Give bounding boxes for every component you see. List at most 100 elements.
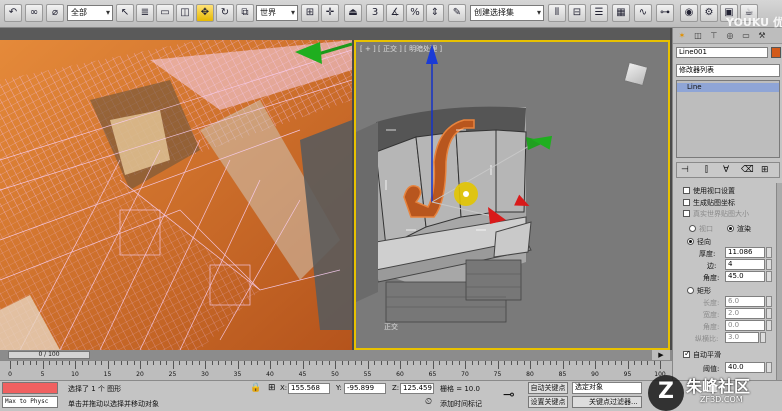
z-coord-field[interactable]: 125.459 (400, 383, 434, 394)
link-icon[interactable]: ∞ (25, 4, 43, 22)
sides-spinner[interactable] (766, 259, 772, 270)
move-icon[interactable]: ✥ (196, 4, 214, 22)
frame-tick (224, 361, 226, 365)
angle-spinner[interactable] (766, 271, 772, 282)
frame-tick (185, 361, 187, 365)
select-by-name-icon[interactable]: ≣ (136, 4, 154, 22)
window-crossing-icon[interactable]: ◫ (176, 4, 194, 22)
gen-mapping-checkbox[interactable] (683, 199, 690, 206)
auto-key-button[interactable]: 自动关键点 (528, 382, 568, 394)
undo-icon[interactable]: ↶ (4, 4, 22, 22)
spinner-snap-icon[interactable]: ⇕ (426, 4, 444, 22)
stack-item-line[interactable]: Line (677, 83, 779, 92)
object-name-field[interactable]: Line001 (676, 47, 768, 58)
material-editor-icon[interactable]: ◉ (680, 4, 698, 22)
track-bar[interactable]: 0 5 10 15 20 25 30 35 40 45 50 55 60 65 70 75 80 85 90 95 10… (0, 360, 672, 380)
unlink-icon[interactable]: ⌀ (46, 4, 64, 22)
next-frame-icon[interactable]: ▶ (652, 350, 670, 360)
select-manipulate-icon[interactable]: ✛ (321, 4, 339, 22)
named-selection-dropdown[interactable]: 创建选择集 (470, 5, 544, 21)
schematic-icon[interactable]: ⊶ (656, 4, 674, 22)
set-key-button[interactable]: 设置关键点 (528, 396, 568, 408)
render-setup-icon[interactable]: ⚙ (700, 4, 718, 22)
show-end-result-icon[interactable]: ⫿ (705, 165, 708, 175)
rectangular-radio[interactable] (687, 287, 694, 294)
rect-angle-field[interactable]: 0.0 (725, 320, 765, 331)
rect-angle-spinner[interactable] (766, 320, 772, 331)
frame-tick (88, 361, 89, 365)
pin-stack-icon[interactable]: ⊣ (681, 165, 689, 175)
modifier-list-dropdown[interactable]: 修改器列表 (676, 64, 780, 77)
width-field[interactable]: 2.0 (725, 308, 765, 319)
auto-smooth-checkbox[interactable] (683, 349, 691, 358)
curve-editor-icon[interactable]: ∿ (634, 4, 652, 22)
z-label: Z: (392, 384, 400, 392)
renderer-radio[interactable] (727, 225, 734, 232)
y-coord-field[interactable]: -95.899 (344, 383, 386, 394)
pivot-icon[interactable]: ⊞ (301, 4, 319, 22)
radial-radio[interactable] (687, 238, 694, 245)
frame-tick (107, 361, 109, 369)
script-input[interactable]: Max to Physc (2, 396, 58, 408)
select-icon[interactable]: ↖ (116, 4, 134, 22)
named-selection-icon[interactable]: ✎ (448, 4, 466, 22)
key-mode-dropdown[interactable]: 选定对象 (572, 382, 642, 394)
motion-tab-icon[interactable]: ◎ (723, 30, 737, 42)
orthographic-viewport[interactable]: [ + ] [ 正交 ] [ 明暗处理 ] 正交 (354, 40, 670, 350)
aspect-spinner[interactable] (760, 332, 766, 343)
frame-tick (536, 361, 538, 365)
panel-scrollbar[interactable] (776, 183, 782, 383)
layer-icon[interactable]: ☰ (590, 4, 608, 22)
frame-tick (640, 361, 642, 365)
reference-coord-dropdown[interactable]: 世界 (256, 5, 298, 21)
threshold-field[interactable]: 40.0 (725, 362, 765, 373)
width-spinner[interactable] (766, 308, 772, 319)
utilities-tab-icon[interactable]: ⚒ (755, 30, 769, 42)
snap-icon[interactable]: 3 (366, 4, 384, 22)
object-color-swatch[interactable] (771, 47, 781, 58)
angle-snap-icon[interactable]: ∡ (386, 4, 404, 22)
display-tab-icon[interactable]: ▭ (739, 30, 753, 42)
hierarchy-tab-icon[interactable]: ⊤ (707, 30, 721, 42)
viewport-radio[interactable] (689, 225, 696, 232)
thickness-spinner[interactable] (766, 247, 772, 258)
absolute-mode-icon[interactable]: ⊞ (268, 383, 276, 393)
frame-tick (530, 361, 531, 369)
create-tab-icon[interactable]: ✶ (675, 30, 689, 42)
length-field[interactable]: 6.0 (725, 296, 765, 307)
aspect-field[interactable]: 3.0 (725, 332, 759, 343)
remove-modifier-icon[interactable]: ⌫ (741, 165, 754, 175)
mirror-icon[interactable]: ⫴ (548, 4, 566, 22)
key-filters-button[interactable]: 关键点过滤器... (572, 396, 642, 408)
time-tag-icon[interactable]: ⏲ (425, 397, 432, 407)
frame-tick-label: 35 (233, 371, 242, 378)
graphite-icon[interactable]: ▦ (612, 4, 630, 22)
scale-icon[interactable]: ⧉ (236, 4, 254, 22)
length-spinner[interactable] (766, 296, 772, 307)
frame-tick (335, 361, 336, 369)
maxscript-listener[interactable] (2, 382, 58, 394)
perspective-viewport[interactable] (0, 40, 352, 350)
sides-field[interactable]: 4 (725, 259, 765, 270)
use-viewport-checkbox[interactable] (683, 187, 690, 194)
make-unique-icon[interactable]: ∀ (723, 165, 729, 175)
angle-field[interactable]: 45.0 (725, 271, 765, 282)
add-time-tag[interactable]: 添加时间标记 (440, 399, 482, 409)
key-icon[interactable]: ⊸ (503, 387, 515, 403)
threshold-spinner[interactable] (766, 362, 772, 373)
align-icon[interactable]: ⊟ (568, 4, 586, 22)
time-slider[interactable]: 0 / 100 (8, 351, 90, 359)
thickness-field[interactable]: 11.086 (725, 247, 765, 258)
frame-tick (289, 361, 291, 365)
rotate-icon[interactable]: ↻ (216, 4, 234, 22)
rect-select-icon[interactable]: ▭ (156, 4, 174, 22)
lock-selection-icon[interactable]: 🔒 (250, 383, 261, 393)
x-coord-field[interactable]: 155.568 (288, 383, 330, 394)
selection-filter-dropdown[interactable]: 全部 (67, 5, 113, 21)
keyboard-shortcut-icon[interactable]: ⏏ (344, 4, 362, 22)
time-slider-track[interactable]: 0 / 100 ▶ (0, 350, 672, 360)
modify-tab-icon[interactable]: ◫ (691, 30, 705, 42)
configure-sets-icon[interactable]: ⊞ (761, 165, 769, 175)
real-world-checkbox[interactable] (683, 210, 690, 217)
percent-snap-icon[interactable]: % (406, 4, 424, 22)
